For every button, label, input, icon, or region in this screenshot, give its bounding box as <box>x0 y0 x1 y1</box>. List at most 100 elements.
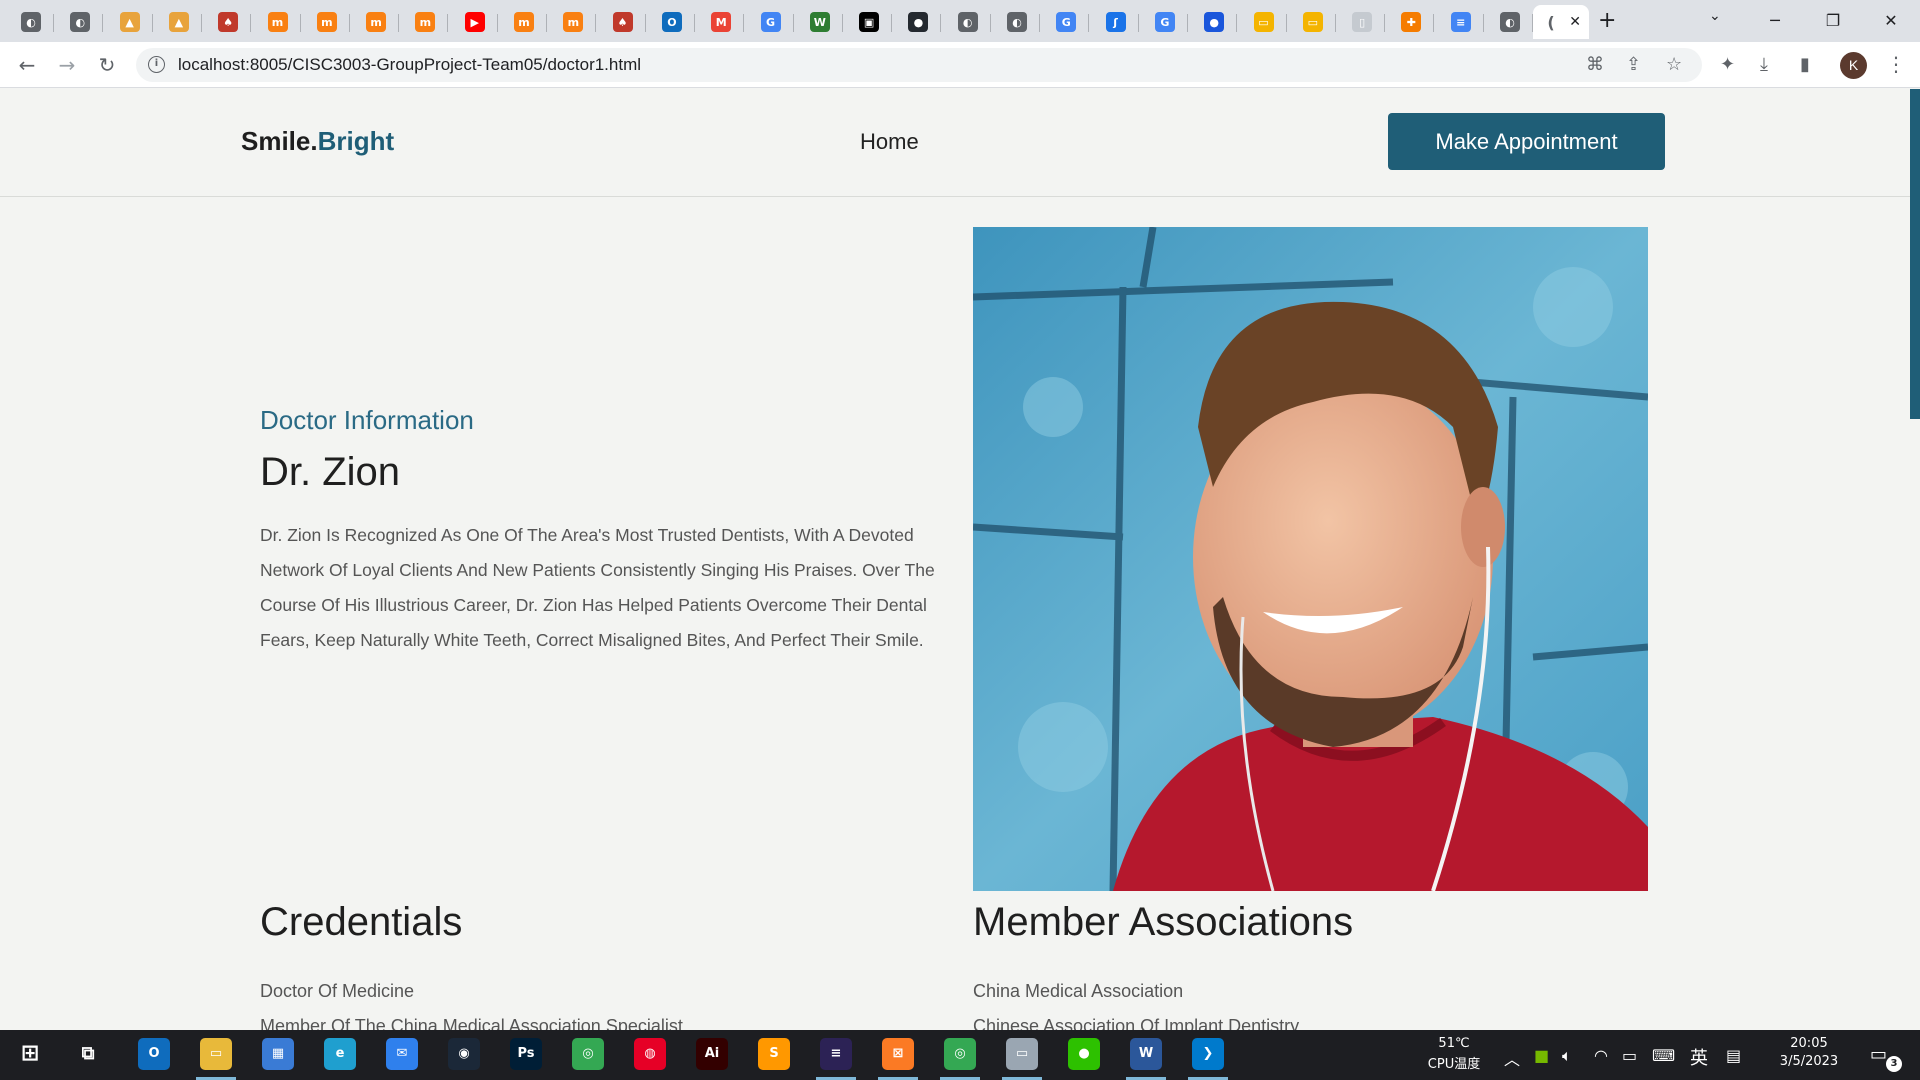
menu-dots-icon[interactable]: ⋮ <box>1886 52 1906 76</box>
address-bar[interactable]: i localhost:8005/CISC3003-GroupProject-T… <box>136 48 1702 82</box>
browser-tab[interactable]: ● <box>895 5 942 39</box>
moodle-icon: m <box>563 12 584 32</box>
xampp-icon[interactable]: ⊠ <box>882 1038 914 1070</box>
side-panel-icon[interactable]: ▮ <box>1800 54 1810 75</box>
battery-icon[interactable]: ▭ <box>1622 1046 1637 1065</box>
tab-separator <box>102 14 104 32</box>
task-view-icon[interactable]: ⧉ <box>72 1038 104 1070</box>
browser-tab[interactable]: m <box>304 5 350 39</box>
signature-icon: ʃ <box>1105 12 1126 32</box>
tab-separator <box>1433 14 1435 32</box>
netease-music-icon[interactable]: ◍ <box>634 1038 666 1070</box>
translate-icon[interactable]: ⌘ <box>1586 54 1604 75</box>
url-text[interactable]: localhost:8005/CISC3003-GroupProject-Tea… <box>178 55 641 75</box>
photoshop-icon[interactable]: Ps <box>510 1038 542 1070</box>
browser-tab[interactable]: m <box>550 5 597 39</box>
browser-tab[interactable]: ▭ <box>1290 5 1336 39</box>
tab-search-icon[interactable]: ⌄ <box>1709 8 1721 24</box>
outlook-icon[interactable]: O <box>138 1038 170 1070</box>
keyboard-icon[interactable]: ⌨ <box>1652 1046 1675 1065</box>
site-info-icon[interactable]: i <box>148 56 165 73</box>
illustrator-icon[interactable]: Ai <box>696 1038 728 1070</box>
nav-home-link[interactable]: Home <box>860 129 919 155</box>
new-tab-button[interactable]: + <box>1598 9 1616 33</box>
browser-tab[interactable]: ʃ <box>1093 5 1139 39</box>
chrome-icon[interactable]: ◎ <box>572 1038 604 1070</box>
browser-tab[interactable]: ≡ <box>1438 5 1484 39</box>
clipboard-icon[interactable]: ▤ <box>1726 1046 1741 1065</box>
site-logo[interactable]: Smile.Bright <box>241 126 394 157</box>
browser-tab[interactable]: ◐ <box>8 5 54 39</box>
show-hidden-icons-icon[interactable]: ︿ <box>1504 1046 1520 1070</box>
browser-tab[interactable]: G <box>748 5 794 39</box>
cpu-temp-widget[interactable]: 51℃ CPU温度 <box>1412 1030 1496 1080</box>
forward-arrow-icon[interactable]: → <box>52 50 82 80</box>
file-explorer-icon[interactable]: ▭ <box>200 1038 232 1070</box>
doctor-photo <box>973 227 1648 891</box>
ime-indicator[interactable]: 英 <box>1690 1044 1708 1070</box>
steam-icon[interactable]: ◉ <box>448 1038 480 1070</box>
volume-icon[interactable]: 🔈︎ <box>1562 1046 1572 1066</box>
make-appointment-button[interactable]: Make Appointment <box>1388 113 1665 170</box>
close-tab-icon[interactable]: ✕ <box>1569 13 1581 31</box>
share-icon[interactable]: ⇪ <box>1626 54 1641 75</box>
sublime-icon[interactable]: S <box>758 1038 790 1070</box>
browser-tab[interactable]: M <box>698 5 745 39</box>
browser-tab[interactable]: G <box>1043 5 1090 39</box>
browser-toolbar: ← → ↻ i localhost:8005/CISC3003-GroupPro… <box>0 42 1920 88</box>
page-scrollbar[interactable] <box>1910 89 1920 1030</box>
laptop-icon[interactable]: ▭ <box>1006 1038 1038 1070</box>
browser-tab[interactable]: m <box>353 5 400 39</box>
store-icon[interactable]: ▦ <box>262 1038 294 1070</box>
doctor-photo-illustration <box>973 227 1648 891</box>
browser-tab[interactable]: ▣ <box>846 5 893 39</box>
browser-tab[interactable]: ◐ <box>1487 5 1533 39</box>
browser-tab[interactable]: m <box>402 5 449 39</box>
browser-tab[interactable]: m <box>255 5 301 39</box>
close-window-button[interactable]: ✕ <box>1868 6 1914 36</box>
browser-tab[interactable]: ▭ <box>1241 5 1287 39</box>
profile-avatar[interactable]: K <box>1840 52 1867 79</box>
minimize-button[interactable]: ─ <box>1752 6 1798 36</box>
eclipse-icon[interactable]: ≡ <box>820 1038 852 1070</box>
browser-tab[interactable]: ▶ <box>452 5 498 39</box>
reload-icon[interactable]: ↻ <box>92 50 122 80</box>
browser-tab[interactable]: G <box>1142 5 1188 39</box>
loading-icon: ( <box>1547 12 1555 32</box>
mail-icon[interactable]: ✉ <box>386 1038 418 1070</box>
browser-tab[interactable]: ✚ <box>1388 5 1435 39</box>
browser-tab[interactable]: ◐ <box>945 5 991 39</box>
chrome-profile-icon[interactable]: ◎ <box>944 1038 976 1070</box>
clock[interactable]: 20:05 3/5/2023 <box>1764 1030 1854 1080</box>
windows-start-icon[interactable]: ⊞ <box>14 1038 46 1070</box>
edge-blue-icon: ● <box>1204 12 1225 32</box>
browser-tab[interactable]: ▯ <box>1339 5 1386 39</box>
browser-tab[interactable]: O <box>649 5 695 39</box>
browser-tab[interactable]: ● <box>1191 5 1238 39</box>
browser-tab[interactable]: ▲ <box>107 5 153 39</box>
youtube-icon: ▶ <box>464 12 485 32</box>
browser-tab[interactable]: ◐ <box>57 5 104 39</box>
vscode-icon[interactable]: ❯ <box>1192 1038 1224 1070</box>
notification-center-icon[interactable]: ▭ <box>1870 1044 1887 1065</box>
extensions-icon[interactable]: ✦ <box>1720 54 1735 75</box>
browser-tab[interactable]: ▲ <box>156 5 202 39</box>
scrollbar-thumb[interactable] <box>1910 89 1920 419</box>
browser-tab[interactable]: ♠ <box>205 5 252 39</box>
browser-tab[interactable]: ♠ <box>600 5 646 39</box>
wechat-icon[interactable]: ● <box>1068 1038 1100 1070</box>
restore-button[interactable]: ❐ <box>1810 6 1856 36</box>
download-icon[interactable]: ⤓ <box>1760 54 1768 75</box>
edge-icon[interactable]: e <box>324 1038 356 1070</box>
word-icon[interactable]: W <box>1130 1038 1162 1070</box>
browser-tab[interactable]: m <box>501 5 547 39</box>
back-arrow-icon[interactable]: ← <box>12 50 42 80</box>
browser-tab[interactable]: W <box>797 5 843 39</box>
nvidia-icon[interactable]: ■ <box>1534 1046 1549 1065</box>
active-tab[interactable]: ( ✕ <box>1533 5 1589 39</box>
browser-tab[interactable]: ◐ <box>994 5 1040 39</box>
tab-separator <box>1236 14 1238 32</box>
tab-separator <box>447 14 449 32</box>
bookmark-star-icon[interactable]: ☆ <box>1666 54 1682 75</box>
wifi-icon[interactable]: ◠ <box>1594 1046 1608 1065</box>
